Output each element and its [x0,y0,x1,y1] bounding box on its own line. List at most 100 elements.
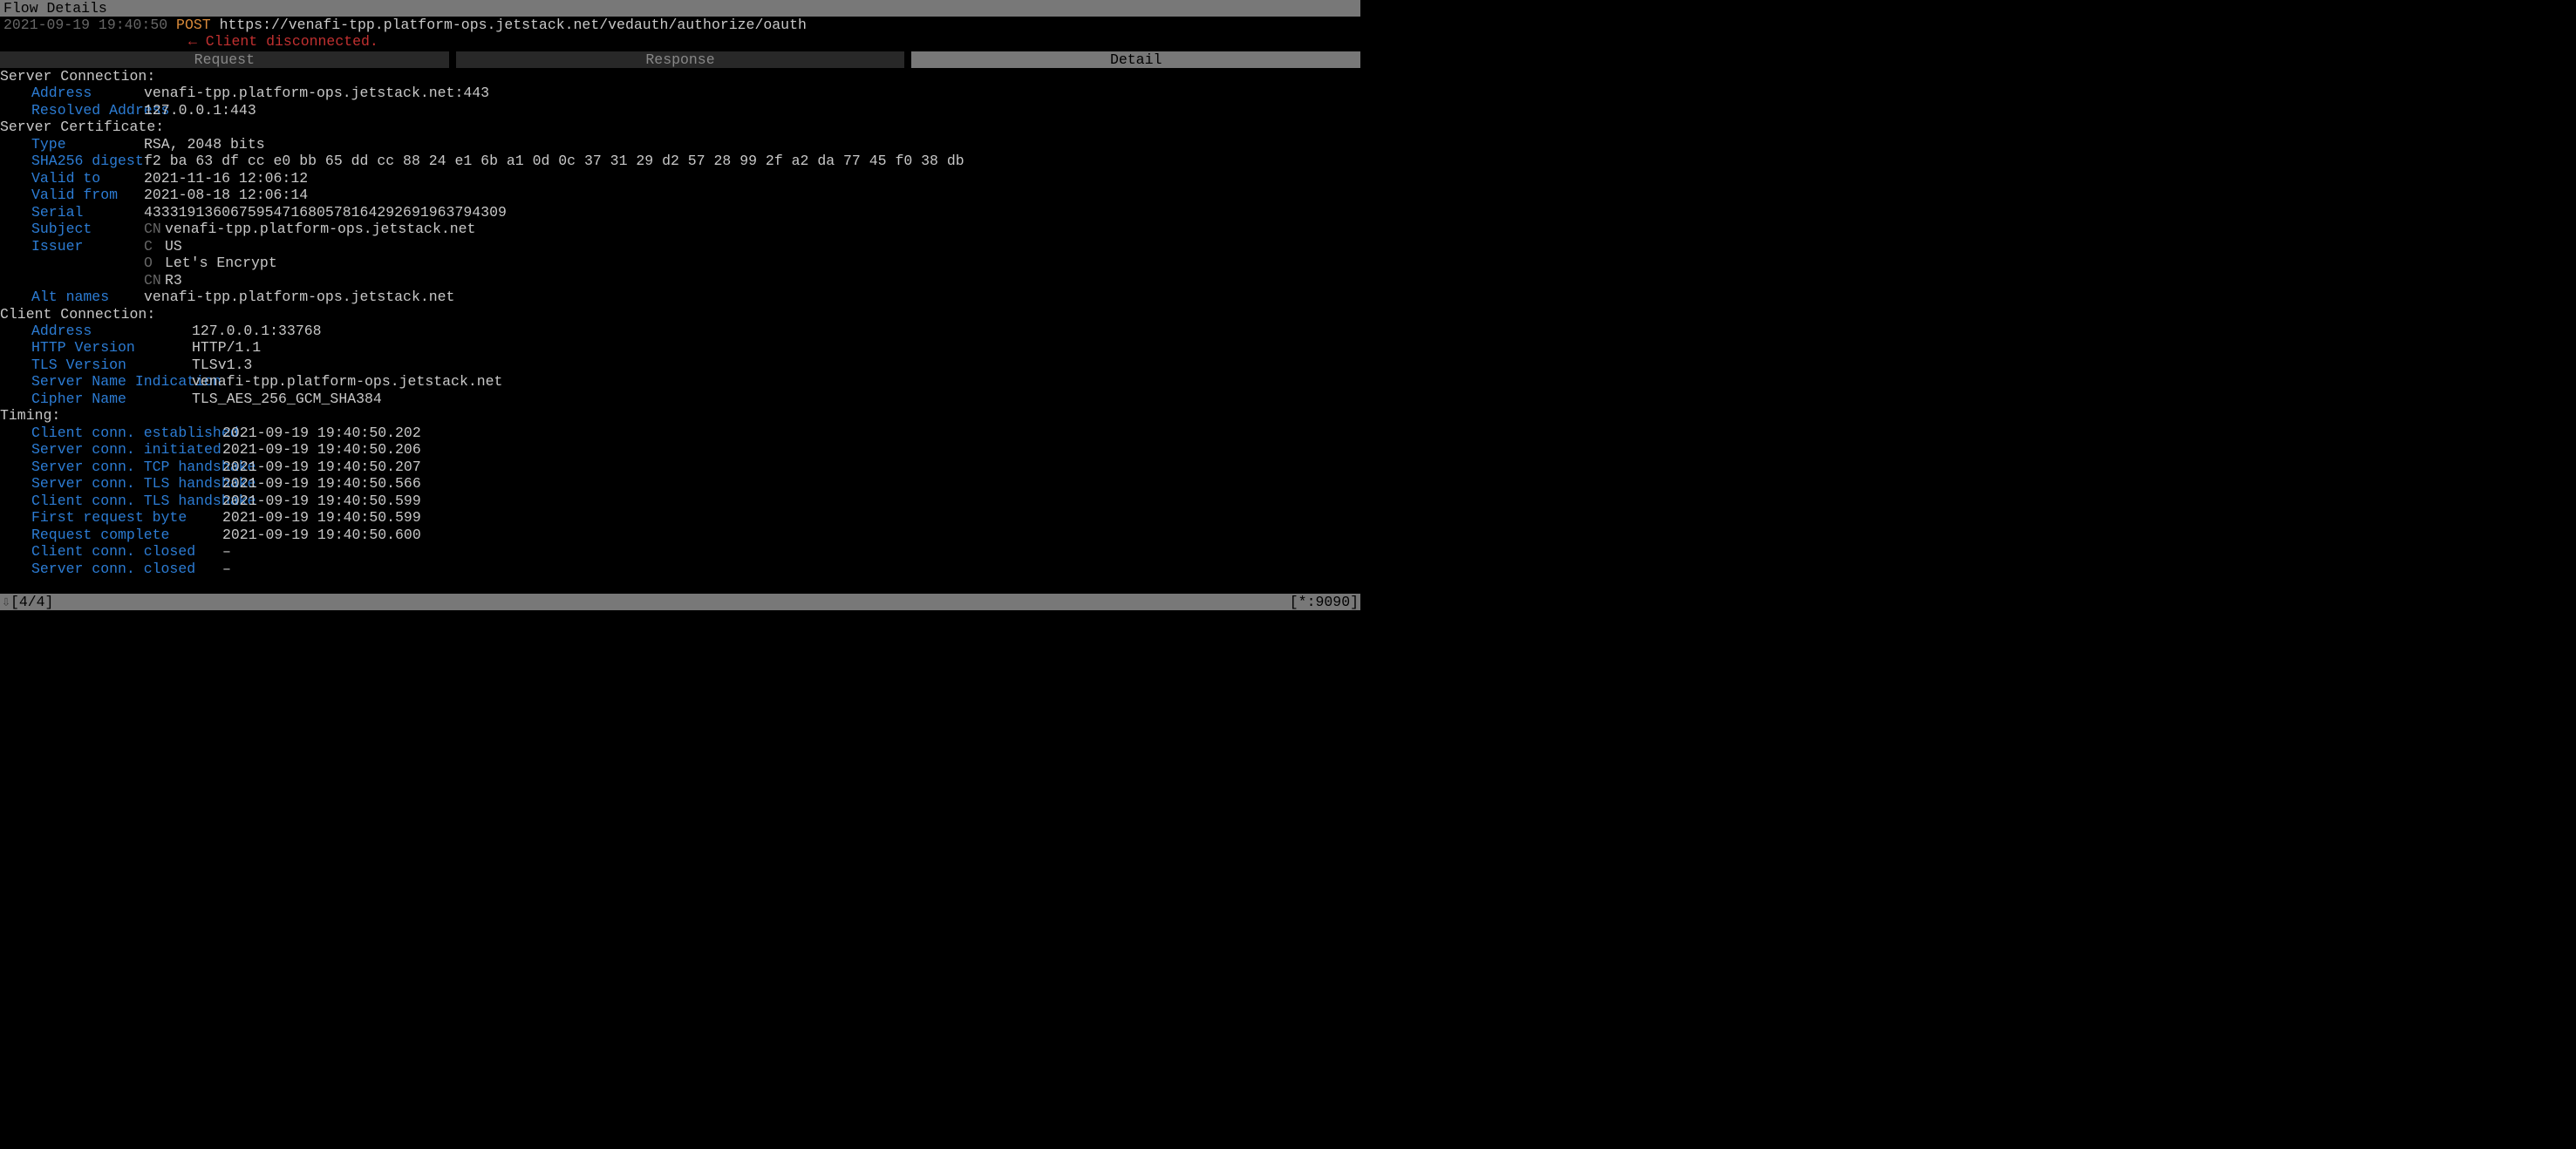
cert-issuer-c-key: C [144,238,165,255]
timing-rc-key: Request complete [0,527,222,543]
timing-frb-key: First request byte [0,509,222,526]
cert-issuer-o-value: Let's Encrypt [165,255,277,271]
cert-altnames-value: venafi-tpp.platform-ops.jetstack.net [144,289,454,305]
bind-address: [*:9090] [1290,594,1359,610]
server-certificate-header: Server Certificate: [0,119,1360,135]
timing-ccc-row: Client conn. closed – [0,543,1360,560]
timing-scc-row: Server conn. closed – [0,561,1360,577]
cert-altnames-row: Alt namesvenafi-tpp.platform-ops.jetstac… [0,289,1360,305]
timing-cce-value: 2021-09-19 19:40:50.202 [222,425,421,441]
cert-issuer-o-row: O Let's Encrypt [0,255,1360,271]
cert-issuer-o-key: O [144,255,165,271]
cert-altnames-key: Alt names [0,289,144,305]
client-address-key: Address [0,323,192,339]
cert-sha-value: f2 ba 63 df cc e0 bb 65 dd cc 88 24 e1 6… [144,153,964,169]
cert-issuer-cn-key: CN [144,272,165,289]
cert-sha-row: SHA256 digestf2 ba 63 df cc e0 bb 65 dd … [0,153,1360,169]
cert-issuer-cn-row: CN R3 [0,272,1360,289]
cert-subject-cn-key: CN [144,221,165,237]
cert-serial-key: Serial [0,204,144,221]
client-address-row: Address 127.0.0.1:33768 [0,323,1360,339]
timing-header: Timing: [0,407,1360,424]
flow-method: POST [176,17,211,33]
cert-serial-row: Serial4333191360675954716805781642926919… [0,204,1360,221]
timing-cctls-row: Client conn. TLS handshake 2021-09-19 19… [0,493,1360,509]
timing-sctcp-row: Server conn. TCP handshake 2021-09-19 19… [0,459,1360,475]
cert-issuer-blank1 [0,255,144,271]
server-connection-header: Server Connection: [0,68,1360,85]
tab-response[interactable]: Response [456,51,905,68]
resolved-address-key: Resolved Address [0,102,144,119]
timing-sctls-key: Server conn. TLS handshake [0,475,222,492]
timing-sctls-value: 2021-09-19 19:40:50.566 [222,475,421,492]
tab-row: Request Response Detail [0,51,1360,68]
client-sni-key: Server Name Indication [0,373,192,390]
timing-cce-key: Client conn. established [0,425,222,441]
cert-subject-row: SubjectCN venafi-tpp.platform-ops.jetsta… [0,221,1360,237]
tab-request[interactable]: Request [0,51,449,68]
timing-sci-row: Server conn. initiated 2021-09-19 19:40:… [0,441,1360,458]
detail-content: Server Connection: Address venafi-tpp.pl… [0,68,1360,577]
timing-cctls-value: 2021-09-19 19:40:50.599 [222,493,421,509]
client-sni-value: venafi-tpp.platform-ops.jetstack.net [192,373,502,390]
cert-validto-key: Valid to [0,170,144,187]
cert-issuer-cn-value: R3 [165,272,182,289]
client-tlsver-value: TLSv1.3 [192,357,252,373]
timing-scc-key: Server conn. closed [0,561,222,577]
server-address-row: Address venafi-tpp.platform-ops.jetstack… [0,85,1360,101]
timing-frb-value: 2021-09-19 19:40:50.599 [222,509,421,526]
timing-rc-row: Request complete 2021-09-19 19:40:50.600 [0,527,1360,543]
timing-ccc-key: Client conn. closed [0,543,222,560]
flow-timestamp: 2021-09-19 19:40:50 [3,17,167,33]
server-address-key: Address [0,85,144,101]
cert-validfrom-row: Valid from2021-08-18 12:06:14 [0,187,1360,203]
scroll-down-icon: ⇩ [2,594,10,610]
flow-position: [4/4] [10,594,54,610]
client-address-value: 127.0.0.1:33768 [192,323,322,339]
resolved-address-value: 127.0.0.1:443 [144,102,256,119]
cert-issuer-c-row: IssuerC US [0,238,1360,255]
timing-sctls-row: Server conn. TLS handshake 2021-09-19 19… [0,475,1360,492]
cert-type-row: TypeRSA, 2048 bits [0,136,1360,153]
client-httpver-value: HTTP/1.1 [192,339,261,356]
cert-validto-value: 2021-11-16 12:06:12 [144,170,308,187]
flow-summary: 2021-09-19 19:40:50 POST https://venafi-… [0,17,1360,33]
client-cipher-value: TLS_AES_256_GCM_SHA384 [192,391,382,407]
tab-detail[interactable]: Detail [911,51,1360,68]
client-cipher-key: Cipher Name [0,391,192,407]
cert-validfrom-key: Valid from [0,187,144,203]
client-tlsver-key: TLS Version [0,357,192,373]
timing-scc-value: – [222,561,231,577]
status-bar: ⇩ [4/4] [*:9090] [0,594,1360,610]
client-tlsver-row: TLS Version TLSv1.3 [0,357,1360,373]
cert-issuer-c-value: US [165,238,182,255]
client-httpver-key: HTTP Version [0,339,192,356]
cert-validto-row: Valid to2021-11-16 12:06:12 [0,170,1360,187]
cert-subject-cn-value: venafi-tpp.platform-ops.jetstack.net [165,221,475,237]
timing-sci-key: Server conn. initiated [0,441,222,458]
cert-sha-key: SHA256 digest [0,153,144,169]
flow-url: https://venafi-tpp.platform-ops.jetstack… [220,17,807,33]
client-cipher-row: Cipher Name TLS_AES_256_GCM_SHA384 [0,391,1360,407]
cert-validfrom-value: 2021-08-18 12:06:14 [144,187,308,203]
timing-sctcp-value: 2021-09-19 19:40:50.207 [222,459,421,475]
client-httpver-row: HTTP Version HTTP/1.1 [0,339,1360,356]
client-connection-header: Client Connection: [0,306,1360,323]
timing-sctcp-key: Server conn. TCP handshake [0,459,222,475]
cert-serial-value: 4333191360675954716805781642926919637943… [144,204,507,221]
timing-sci-value: 2021-09-19 19:40:50.206 [222,441,421,458]
disconnect-message: ← Client disconnected. [0,33,1360,50]
timing-ccc-value: – [222,543,231,560]
title-bar: Flow Details [0,0,1360,17]
timing-frb-row: First request byte 2021-09-19 19:40:50.5… [0,509,1360,526]
cert-type-key: Type [0,136,144,153]
cert-subject-key: Subject [0,221,144,237]
server-address-value: venafi-tpp.platform-ops.jetstack.net:443 [144,85,489,101]
timing-rc-value: 2021-09-19 19:40:50.600 [222,527,421,543]
cert-type-value: RSA, 2048 bits [144,136,265,153]
timing-cce-row: Client conn. established 2021-09-19 19:4… [0,425,1360,441]
cert-issuer-key: Issuer [0,238,144,255]
resolved-address-row: Resolved Address 127.0.0.1:443 [0,102,1360,119]
timing-cctls-key: Client conn. TLS handshake [0,493,222,509]
cert-issuer-blank2 [0,272,144,289]
